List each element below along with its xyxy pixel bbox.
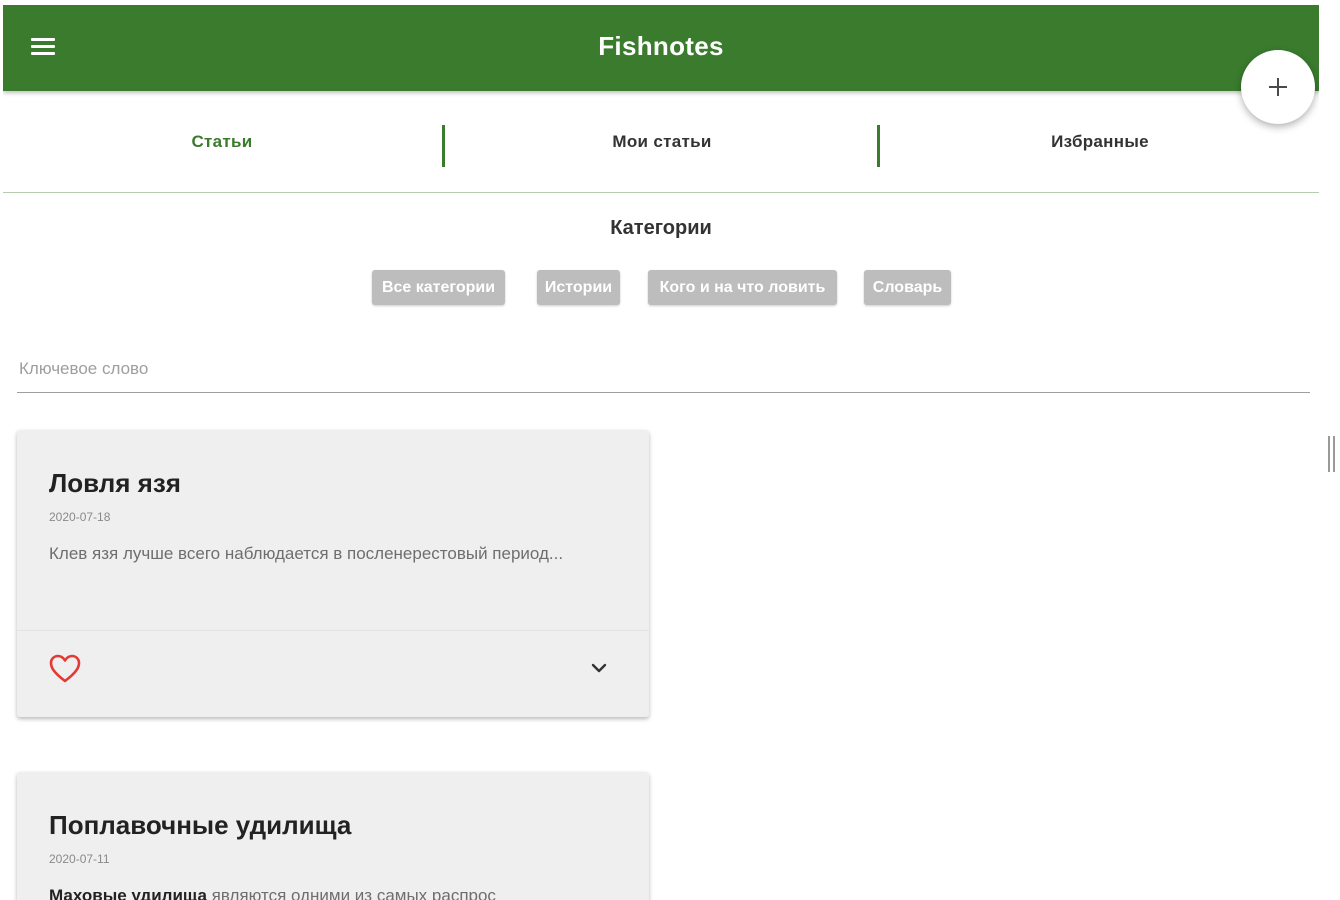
tab-articles[interactable]: Статьи <box>3 91 441 192</box>
app-title: Fishnotes <box>598 31 724 61</box>
tab-bar: Статьи Мои статьи Избранные <box>3 91 1319 193</box>
chip-dictionary[interactable]: Словарь <box>864 270 951 305</box>
app-window: Fishnotes Статьи Мои статьи Избранные Ка… <box>3 5 1319 900</box>
article-title[interactable]: Ловля язя <box>49 468 181 499</box>
chip-what-to-catch[interactable]: Кого и на что ловить <box>648 270 837 305</box>
chip-all-categories[interactable]: Все категории <box>372 270 505 305</box>
tab-my-articles[interactable]: Мои статьи <box>443 91 881 192</box>
card-actions <box>17 630 649 717</box>
article-excerpt: Маховые удилища являются одними из самых… <box>49 880 569 900</box>
article-card[interactable]: Поплавочные удилища 2020-07-11 Маховые у… <box>17 772 649 900</box>
article-title[interactable]: Поплавочные удилища <box>49 810 351 841</box>
article-date: 2020-07-18 <box>49 510 111 524</box>
chevron-down-icon[interactable] <box>584 653 614 683</box>
tab-divider <box>877 125 880 167</box>
article-excerpt-text: являются одними из самых распрос <box>206 886 496 900</box>
article-excerpt-highlight: Маховые удилища <box>49 886 207 900</box>
categories-heading: Категории <box>610 217 712 239</box>
app-bar: Fishnotes <box>3 5 1319 91</box>
article-card[interactable]: Ловля язя 2020-07-18 Клев язя лучше всег… <box>17 430 649 717</box>
plus-icon-stroke <box>1277 78 1279 96</box>
chip-stories[interactable]: Истории <box>537 270 620 305</box>
scrollbar-handle[interactable] <box>1328 436 1336 472</box>
keyword-search-input[interactable] <box>17 345 1310 393</box>
article-excerpt: Клев язя лучше всего наблюдается в после… <box>49 544 564 563</box>
article-date: 2020-07-11 <box>49 852 110 866</box>
add-article-button[interactable] <box>1241 50 1315 124</box>
heart-outline-icon[interactable] <box>48 653 82 685</box>
